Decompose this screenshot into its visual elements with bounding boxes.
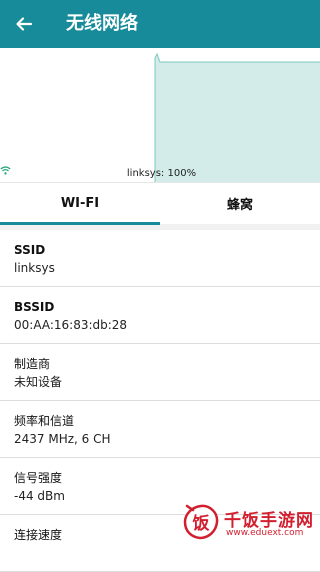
back-button[interactable] [8, 8, 40, 40]
tab-bar: WI-FI 蜂窝 [0, 182, 320, 225]
info-value: 00:AA:16:83:db:28 [14, 318, 128, 332]
info-label: 制造商 [14, 357, 51, 371]
info-value: 2437 MHz, 6 CH [14, 432, 111, 446]
info-label: BSSID [14, 300, 55, 314]
page-title: 无线网络 [66, 13, 138, 34]
info-value: linksys [14, 261, 55, 275]
app-bar: 无线网络 [0, 0, 320, 48]
graph-legend-label: linksys: 100% [126, 167, 197, 179]
info-label: SSID [14, 243, 46, 257]
graph-legend: linksys: 100% [0, 166, 320, 180]
signal-area [155, 54, 320, 182]
info-row-ssid: SSID linksys [0, 230, 320, 287]
tab-wifi[interactable]: WI-FI [0, 183, 160, 224]
watermark-logo: 饭 [183, 504, 219, 540]
watermark-logo-text: 饭 [192, 513, 210, 534]
tab-indicator [0, 222, 160, 225]
info-value: 未知设备 [14, 375, 63, 389]
arrow-left-icon [16, 17, 33, 31]
info-label: 信号强度 [14, 471, 63, 485]
signal-graph: linksys: 100% [0, 48, 320, 182]
info-label: 频率和信道 [14, 414, 75, 428]
info-row-bssid: BSSID 00:AA:16:83:db:28 [0, 287, 320, 344]
signal-graph-plot [154, 52, 320, 182]
watermark-url: www.eduext.com [226, 528, 304, 538]
info-row-frequency: 频率和信道 2437 MHz, 6 CH [0, 401, 320, 458]
info-row-manufacturer: 制造商 未知设备 [0, 344, 320, 401]
watermark: 饭 千饭手游网 www.eduext.com [176, 496, 320, 546]
tab-cellular[interactable]: 蜂窝 [160, 183, 320, 224]
